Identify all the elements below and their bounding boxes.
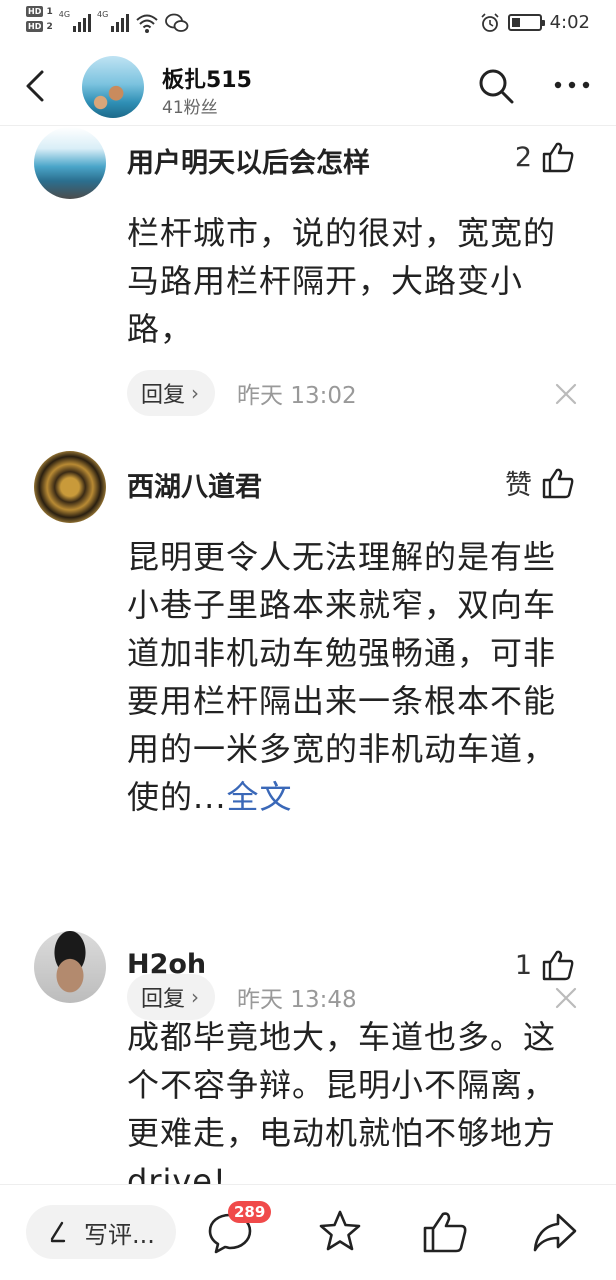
- comment-item: 西湖八道君 赞 昆明更令人无法理解的是有些小巷子里路本来就窄，双向车道加非机动车…: [0, 451, 616, 1020]
- pen-icon: [50, 1221, 66, 1243]
- like-button[interactable]: 1: [515, 947, 576, 983]
- write-comment-button[interactable]: 写评...: [26, 1205, 176, 1259]
- search-icon[interactable]: [476, 66, 516, 106]
- star-icon[interactable]: [315, 1207, 365, 1257]
- close-icon[interactable]: [554, 382, 578, 406]
- hd-indicator-1: HD 1: [26, 6, 53, 17]
- signal-icon-2: 4G: [97, 10, 130, 32]
- commenter-avatar[interactable]: [34, 127, 106, 199]
- thumbs-up-icon: [542, 468, 574, 498]
- commenter-avatar[interactable]: [34, 931, 106, 1003]
- comment-text: 成都毕竟地大，车道也多。这个不容争辩。昆明小不隔离，更难走，电动机就怕不够地方d…: [127, 1018, 557, 1184]
- like-count: 赞: [505, 470, 532, 501]
- bottom-action-bar: 写评... 289: [0, 1184, 616, 1280]
- comment-time: 昨天 13:02: [237, 383, 357, 409]
- back-arrow-icon[interactable]: [18, 68, 54, 104]
- reply-button[interactable]: 回复 ›: [127, 370, 216, 416]
- like-button[interactable]: 2: [515, 139, 576, 175]
- alarm-icon: [481, 12, 499, 32]
- wechat-icon: [165, 13, 189, 32]
- comment-text: 昆明更令人无法理解的是有些小巷子里路本来就窄，双向车道加非机动车勉强畅通，可非要…: [127, 538, 557, 816]
- status-bar: HD 1 HD 2 4G 4G 4:02: [0, 0, 616, 48]
- battery-icon: [507, 14, 545, 31]
- write-comment-label: 写评...: [84, 1220, 155, 1249]
- commenter-name[interactable]: 用户明天以后会怎样: [127, 141, 370, 180]
- commenter-name[interactable]: 西湖八道君: [127, 465, 262, 504]
- more-icon[interactable]: [550, 70, 594, 100]
- comment-text: 栏杆城市，说的很对，宽宽的马路用栏杆隔开，大路变小路，: [127, 214, 557, 348]
- share-icon[interactable]: [530, 1207, 580, 1257]
- signal-icon-1: 4G: [59, 10, 92, 32]
- chevron-right-icon: ›: [191, 381, 200, 405]
- profile-fans-count: 41粉丝: [162, 98, 218, 118]
- like-count: 1: [514, 949, 532, 981]
- commenter-name[interactable]: H2oh: [127, 949, 206, 980]
- thumbs-up-icon[interactable]: [420, 1207, 470, 1257]
- thumbs-up-icon: [542, 142, 574, 173]
- like-count: 2: [514, 141, 532, 173]
- comment-count-badge: 289: [228, 1201, 272, 1223]
- like-button[interactable]: 赞: [505, 463, 576, 502]
- header: 板扎515 41粉丝: [0, 48, 616, 126]
- commenter-avatar[interactable]: [34, 451, 106, 523]
- comment-list: 用户明天以后会怎样 2 栏杆城市，说的很对，宽宽的马路用栏杆隔开，大路变小路， …: [0, 127, 616, 1184]
- full-text-link[interactable]: 全文: [227, 778, 293, 816]
- clock-time: 4:02: [549, 12, 590, 33]
- profile-avatar[interactable]: [82, 56, 144, 118]
- thumbs-up-icon: [542, 950, 574, 981]
- comment-item: 用户明天以后会怎样 2 栏杆城市，说的很对，宽宽的马路用栏杆隔开，大路变小路， …: [0, 127, 616, 457]
- comment-item: H2oh 1 成都毕竟地大，车道也多。这个不容争辩。昆明小不隔离，更难走，电动机…: [0, 931, 616, 1184]
- wifi-icon: [136, 14, 159, 33]
- hd-indicator-2: HD 2: [26, 21, 53, 32]
- profile-name[interactable]: 板扎515: [162, 62, 252, 94]
